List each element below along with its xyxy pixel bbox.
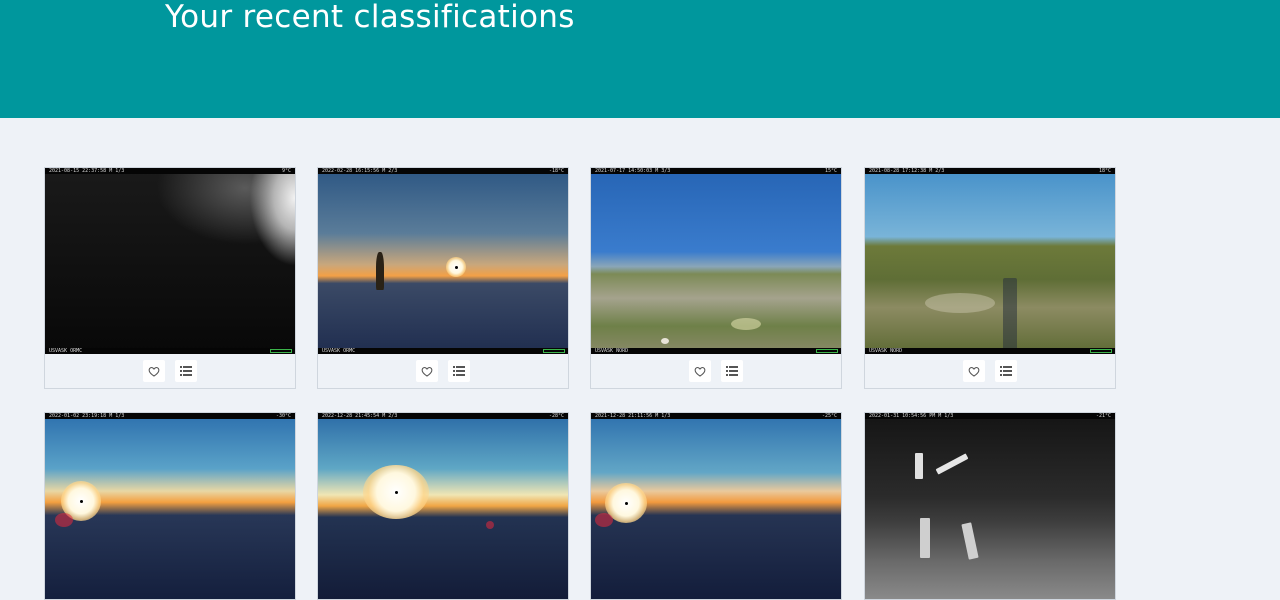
subject-image[interactable]: 2022-01-31 10:54:56 PM M 1/3 -21°C — [865, 413, 1115, 599]
page-title: Your recent classifications — [165, 0, 575, 35]
list-icon — [453, 366, 465, 376]
card-actions — [591, 354, 841, 388]
favorite-button[interactable] — [416, 360, 438, 382]
add-to-collection-button[interactable] — [448, 360, 470, 382]
classification-card: 2021-08-15 22:37:58 M 1/3 9°C USVASK ORMC — [44, 167, 296, 389]
favorite-button[interactable] — [689, 360, 711, 382]
camera-stamp: 2021-07-17 14:50:03 M 3/3 15°C — [591, 168, 841, 174]
favorite-button[interactable] — [143, 360, 165, 382]
header-banner: Your recent classifications — [0, 0, 1280, 118]
classification-card: 2021-12-28 21:11:56 M 1/3 -25°C — [590, 412, 842, 600]
camera-stamp: 2022-12-28 21:45:54 M 2/3 -28°C — [318, 413, 568, 419]
camera-stamp: 2021-12-28 21:11:56 M 1/3 -25°C — [591, 413, 841, 419]
subject-image[interactable]: 2022-02-28 16:15:56 M 2/3 -18°C USVASK OR… — [318, 168, 568, 354]
add-to-collection-button[interactable] — [175, 360, 197, 382]
heart-outline-icon — [694, 366, 706, 377]
classification-card: 2022-01-02 23:19:18 M 1/3 -30°C — [44, 412, 296, 600]
camera-stamp: 2021-08-15 22:37:58 M 1/3 9°C — [45, 168, 295, 174]
classification-card: 2022-01-31 10:54:56 PM M 1/3 -21°C — [864, 412, 1116, 600]
subject-image[interactable]: 2021-08-28 17:12:38 M 2/3 18°C USVASK NOR… — [865, 168, 1115, 354]
subject-image[interactable]: 2021-08-15 22:37:58 M 1/3 9°C USVASK ORMC — [45, 168, 295, 354]
list-icon — [180, 366, 192, 376]
list-icon — [726, 366, 738, 376]
sun — [446, 257, 466, 277]
heart-outline-icon — [968, 366, 980, 377]
classification-card: 2022-12-28 21:45:54 M 2/3 -28°C — [317, 412, 569, 600]
add-to-collection-button[interactable] — [995, 360, 1017, 382]
subject-image[interactable]: 2022-01-02 23:19:18 M 1/3 -30°C — [45, 413, 295, 599]
camera-stamp: 2022-02-28 16:15:56 M 2/3 -18°C — [318, 168, 568, 174]
subject-image[interactable]: 2022-12-28 21:45:54 M 2/3 -28°C — [318, 413, 568, 599]
add-to-collection-button[interactable] — [721, 360, 743, 382]
camera-stamp: 2021-08-28 17:12:38 M 2/3 18°C — [865, 168, 1115, 174]
heart-outline-icon — [148, 366, 160, 377]
card-actions — [865, 354, 1115, 388]
card-actions — [45, 354, 295, 388]
camera-stamp: 2022-01-31 10:54:56 PM M 1/3 -21°C — [865, 413, 1115, 419]
classification-card: 2021-07-17 14:50:03 M 3/3 15°C USVASK NOR… — [590, 167, 842, 389]
subject-image[interactable]: 2021-07-17 14:50:03 M 3/3 15°C USVASK NOR… — [591, 168, 841, 354]
classification-card: 2021-08-28 17:12:38 M 2/3 18°C USVASK NOR… — [864, 167, 1116, 389]
classification-card: 2022-02-28 16:15:56 M 2/3 -18°C USVASK OR… — [317, 167, 569, 389]
sun — [363, 465, 429, 519]
card-actions — [318, 354, 568, 388]
list-icon — [1000, 366, 1012, 376]
camera-stamp: 2022-01-02 23:19:18 M 1/3 -30°C — [45, 413, 295, 419]
heart-outline-icon — [421, 366, 433, 377]
subject-image[interactable]: 2021-12-28 21:11:56 M 1/3 -25°C — [591, 413, 841, 599]
favorite-button[interactable] — [963, 360, 985, 382]
